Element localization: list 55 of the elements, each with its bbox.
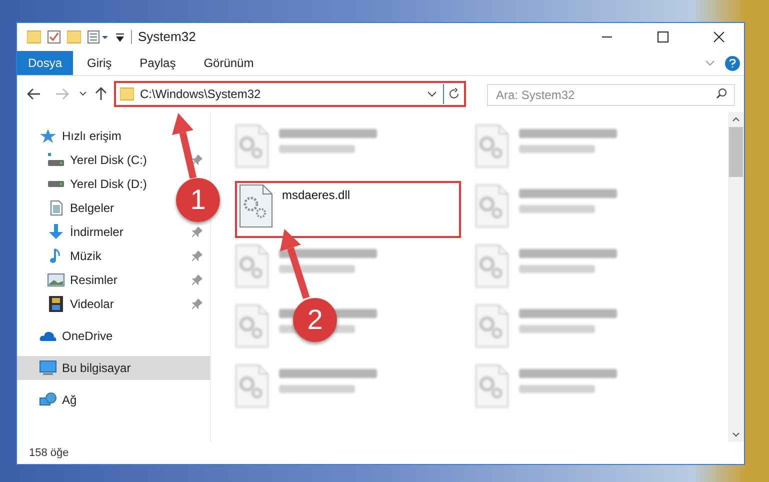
drive-icon	[47, 153, 65, 167]
film-icon	[47, 296, 65, 312]
picture-icon	[47, 272, 65, 288]
nav-item[interactable]: Videolar	[47, 295, 114, 313]
folder-icon	[120, 87, 134, 101]
properties-icon[interactable]	[87, 30, 109, 44]
ribbon-tab[interactable]: Giriş	[73, 51, 126, 75]
chevron-down-icon[interactable]	[732, 432, 740, 438]
back-arrow-icon[interactable]	[27, 88, 41, 100]
nav-item[interactable]: İndirmeler	[47, 223, 124, 241]
star-icon	[39, 128, 57, 144]
file-name: msdaeres.dll	[282, 187, 350, 204]
up-arrow-icon[interactable]	[95, 87, 107, 101]
address-path: C:\Windows\System32	[140, 86, 262, 103]
pin-icon	[192, 227, 202, 237]
item-count: 158 öğe	[29, 446, 69, 461]
chevron-up-icon[interactable]	[732, 116, 740, 122]
help-icon[interactable]	[725, 56, 740, 70]
drive-icon	[47, 181, 65, 187]
scroll-thumb[interactable]	[729, 127, 743, 177]
gear-file-icon	[239, 184, 273, 228]
nav-item[interactable]: Müzik	[47, 247, 102, 265]
refresh-icon[interactable]	[448, 88, 460, 100]
nav-item[interactable]: Yerel Disk (D:)	[47, 175, 147, 193]
nav-item[interactable]: Ağ	[39, 391, 77, 409]
address-bar[interactable]: C:\Windows\System32	[114, 81, 466, 107]
nav-item[interactable]: OneDrive	[39, 327, 113, 345]
chevron-down-icon[interactable]	[427, 90, 437, 98]
search-icon	[716, 88, 727, 99]
close-icon[interactable]	[713, 31, 725, 43]
search-field[interactable]: Ara: System32	[487, 84, 735, 106]
nav-item[interactable]: Hızlı erişim	[39, 127, 122, 145]
selection-highlight[interactable]: Bu bilgisayar	[17, 356, 210, 380]
monitor-icon	[39, 360, 57, 376]
scrollbar[interactable]	[728, 112, 744, 442]
pin-icon	[192, 251, 202, 261]
nav-item[interactable]: Belgeler	[47, 199, 114, 217]
download-arrow-icon	[47, 224, 65, 240]
nav-item[interactable]: Bu bilgisayar	[39, 359, 131, 377]
pin-icon	[192, 155, 202, 165]
ribbon-tab[interactable]: Görünüm	[190, 51, 268, 75]
pin-icon	[192, 275, 202, 285]
ribbon-tab[interactable]: Dosya	[17, 51, 73, 75]
file-item[interactable]: msdaeres.dll	[235, 181, 461, 238]
dropdown-icon[interactable]	[115, 31, 125, 43]
nav-item[interactable]: Yerel Disk (C:)	[47, 151, 147, 169]
window-title: System32	[138, 28, 196, 46]
pin-icon	[192, 299, 202, 309]
chevron-down-icon[interactable]	[79, 91, 87, 97]
ribbon-tab[interactable]: Paylaş	[126, 51, 190, 75]
folder-icon	[27, 30, 41, 44]
nav-item[interactable]: Resimler	[47, 271, 118, 289]
checklist-icon[interactable]	[47, 30, 61, 44]
maximize-icon[interactable]	[657, 31, 669, 43]
network-icon	[39, 392, 57, 408]
